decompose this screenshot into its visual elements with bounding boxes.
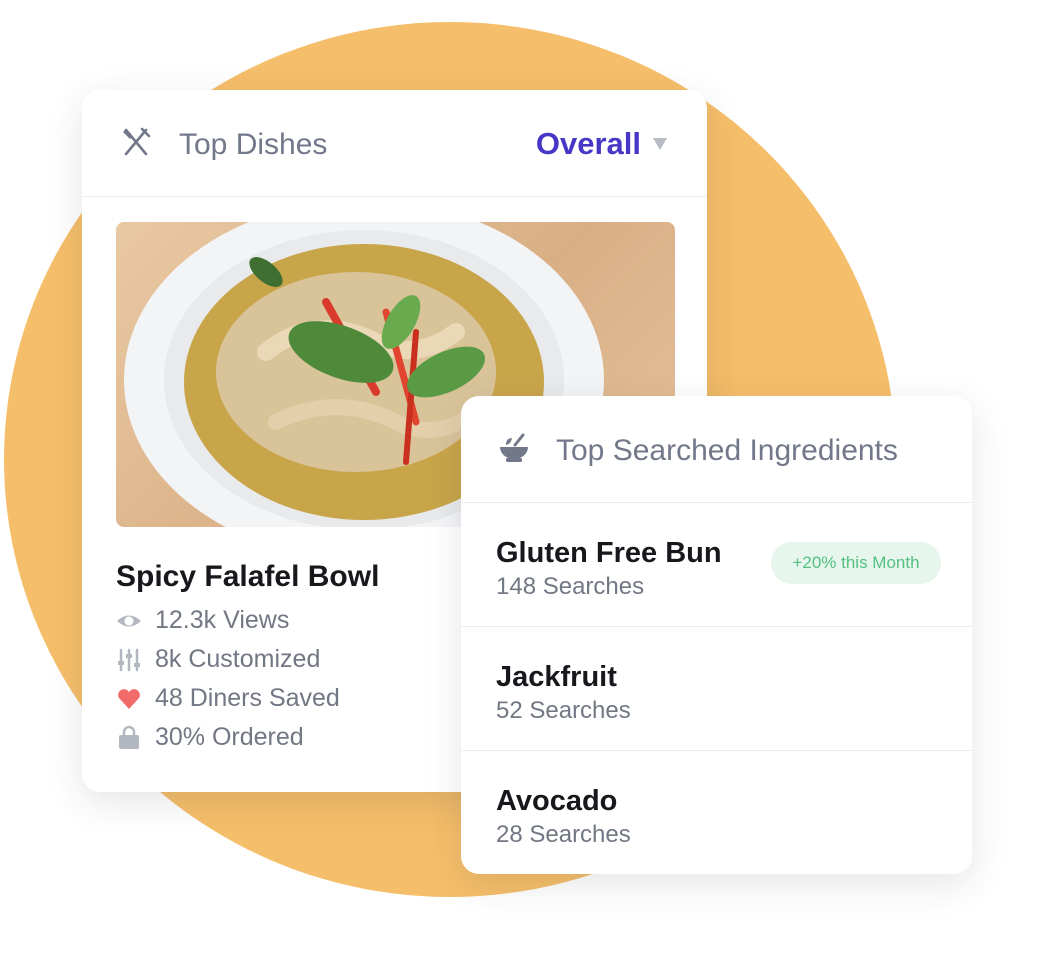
chevron-down-icon[interactable]	[653, 138, 667, 150]
stat-views: 12.3k Views	[116, 604, 516, 638]
ingredient-search-count: 28 Searches	[496, 821, 631, 848]
ingredient-row[interactable]: Jackfruit 52 Searches	[461, 627, 972, 751]
ingredient-row[interactable]: Avocado 28 Searches	[461, 751, 972, 875]
ingredient-name: Gluten Free Bun	[496, 537, 722, 569]
heart-icon	[118, 689, 140, 709]
filter-dropdown[interactable]: Overall	[536, 126, 641, 162]
utensils-icon	[123, 127, 151, 156]
stat-ordered: 30% Ordered	[116, 721, 516, 755]
stat-customized: 8k Customized	[116, 643, 516, 677]
trend-badge: +20% this Month	[771, 542, 941, 584]
top-dishes-header: Top Dishes Overall	[82, 90, 707, 197]
top-ingredients-title: Top Searched Ingredients	[556, 434, 898, 467]
top-dishes-title: Top Dishes	[179, 128, 328, 161]
stat-ordered-text: 30% Ordered	[155, 723, 304, 751]
mortar-pestle-icon	[500, 433, 528, 462]
stat-customized-text: 8k Customized	[155, 645, 321, 673]
ingredient-name: Jackfruit	[496, 661, 617, 693]
dish-name: Spicy Falafel Bowl	[116, 560, 380, 593]
ingredient-search-count: 52 Searches	[496, 697, 631, 724]
ingredient-search-count: 148 Searches	[496, 573, 645, 600]
stat-saved: 48 Diners Saved	[116, 682, 516, 716]
top-ingredients-header: Top Searched Ingredients	[461, 396, 972, 503]
stat-saved-text: 48 Diners Saved	[155, 684, 340, 712]
eye-icon	[117, 615, 141, 627]
top-ingredients-card: Top Searched Ingredients Gluten Free Bun…	[461, 396, 972, 874]
stat-views-text: 12.3k Views	[155, 606, 290, 634]
shopping-bag-icon	[119, 725, 139, 749]
sliders-icon	[118, 648, 140, 672]
ingredient-name: Avocado	[496, 785, 618, 817]
